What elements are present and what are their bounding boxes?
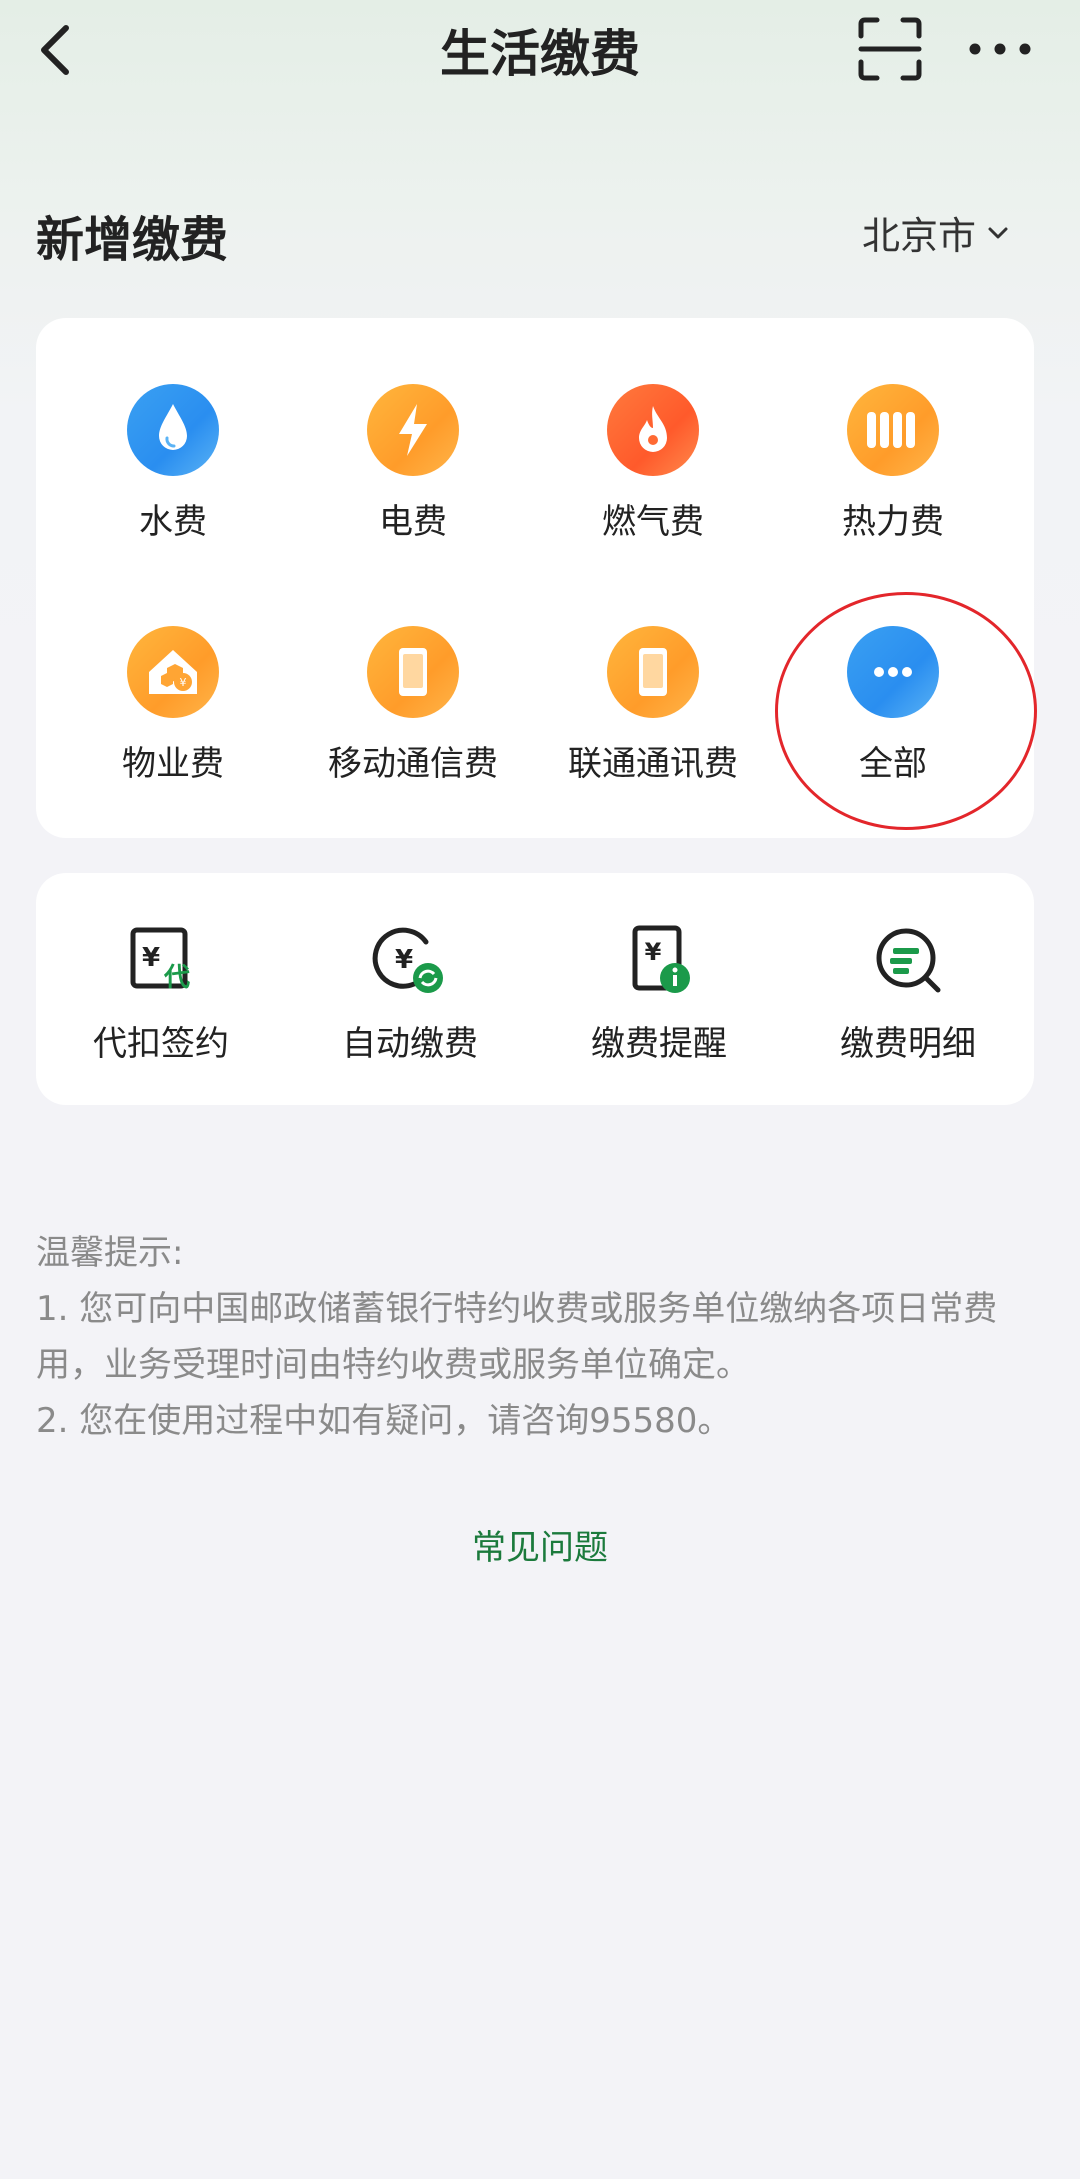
auto-pay-icon: ¥: [372, 927, 443, 993]
section-title: 新增缴费: [36, 212, 229, 268]
tool-label: 缴费明细: [840, 1024, 976, 1064]
lightning-icon: [367, 384, 459, 476]
tool-label: 代扣签约: [93, 1024, 229, 1064]
service-label: 物业费: [122, 744, 224, 784]
service-label: 联通通讯费: [568, 744, 738, 784]
tool-auto-pay[interactable]: ¥ 自动缴费: [300, 920, 520, 1065]
tools-card: ¥ 代 代扣签约 ¥ 自动缴费 ¥ 缴费提醒 缴费明细: [36, 873, 1034, 1105]
service-electricity[interactable]: 电费: [303, 384, 523, 543]
service-mobile[interactable]: 移动通信费: [303, 626, 523, 785]
tool-pay-reminder[interactable]: ¥ 缴费提醒: [549, 920, 769, 1065]
service-heating[interactable]: 热力费: [783, 384, 1003, 543]
service-label: 热力费: [842, 502, 944, 542]
city-select[interactable]: 北京市: [862, 205, 1010, 260]
tool-label: 自动缴费: [342, 1024, 478, 1064]
withhold-contract-icon: ¥ 代: [130, 927, 190, 993]
tips-section: 温馨提示: 1. 您可向中国邮政储蓄银行特约收费或服务单位缴纳各项日常费用，业务…: [36, 1225, 1046, 1449]
service-property[interactable]: ¥ 物业费: [63, 626, 283, 785]
tips-line-2: 2. 您在使用过程中如有疑问，请咨询95580。: [36, 1401, 732, 1441]
flame-icon: [607, 384, 699, 476]
pay-reminder-icon: ¥: [632, 925, 690, 993]
city-label: 北京市: [862, 214, 977, 258]
tool-pay-details[interactable]: 缴费明细: [798, 920, 1018, 1065]
tool-withhold-contract[interactable]: ¥ 代 代扣签约: [51, 920, 271, 1065]
faq-link[interactable]: 常见问题: [0, 1520, 1080, 1569]
service-label: 水费: [139, 502, 207, 542]
service-label: 燃气费: [602, 502, 704, 542]
phone-icon: [607, 626, 699, 718]
chevron-down-icon: [988, 227, 1008, 238]
tips-heading: 温馨提示:: [36, 1233, 184, 1273]
page: 生活缴费 新增缴费 北京市 水费 电费 燃气费 热力费 ¥ 物业费 移动通信费 …: [0, 0, 1080, 2179]
highlight-circle: [775, 592, 1037, 830]
svg-text:¥: ¥: [395, 945, 413, 975]
radiator-icon: [847, 384, 939, 476]
svg-text:¥: ¥: [142, 943, 160, 973]
service-gas[interactable]: 燃气费: [543, 384, 763, 543]
pay-details-icon: [876, 928, 941, 993]
top-bar: 生活缴费: [0, 0, 1080, 100]
phone-icon: [367, 626, 459, 718]
service-unicom[interactable]: 联通通讯费: [543, 626, 763, 785]
svg-text:代: 代: [163, 963, 190, 993]
property-house-icon: ¥: [127, 626, 219, 718]
service-label: 电费: [379, 502, 447, 542]
scan-button[interactable]: [855, 14, 925, 84]
svg-text:¥: ¥: [180, 676, 187, 689]
service-water[interactable]: 水费: [63, 384, 283, 543]
water-drop-icon: [127, 384, 219, 476]
tool-label: 缴费提醒: [591, 1024, 727, 1064]
scan-icon: [858, 17, 922, 81]
svg-text:¥: ¥: [645, 938, 662, 966]
service-label: 移动通信费: [328, 744, 498, 784]
tips-line-1: 1. 您可向中国邮政储蓄银行特约收费或服务单位缴纳各项日常费用，业务受理时间由特…: [36, 1289, 998, 1385]
more-options-button[interactable]: [965, 24, 1035, 74]
more-dots-icon: [969, 43, 1031, 55]
